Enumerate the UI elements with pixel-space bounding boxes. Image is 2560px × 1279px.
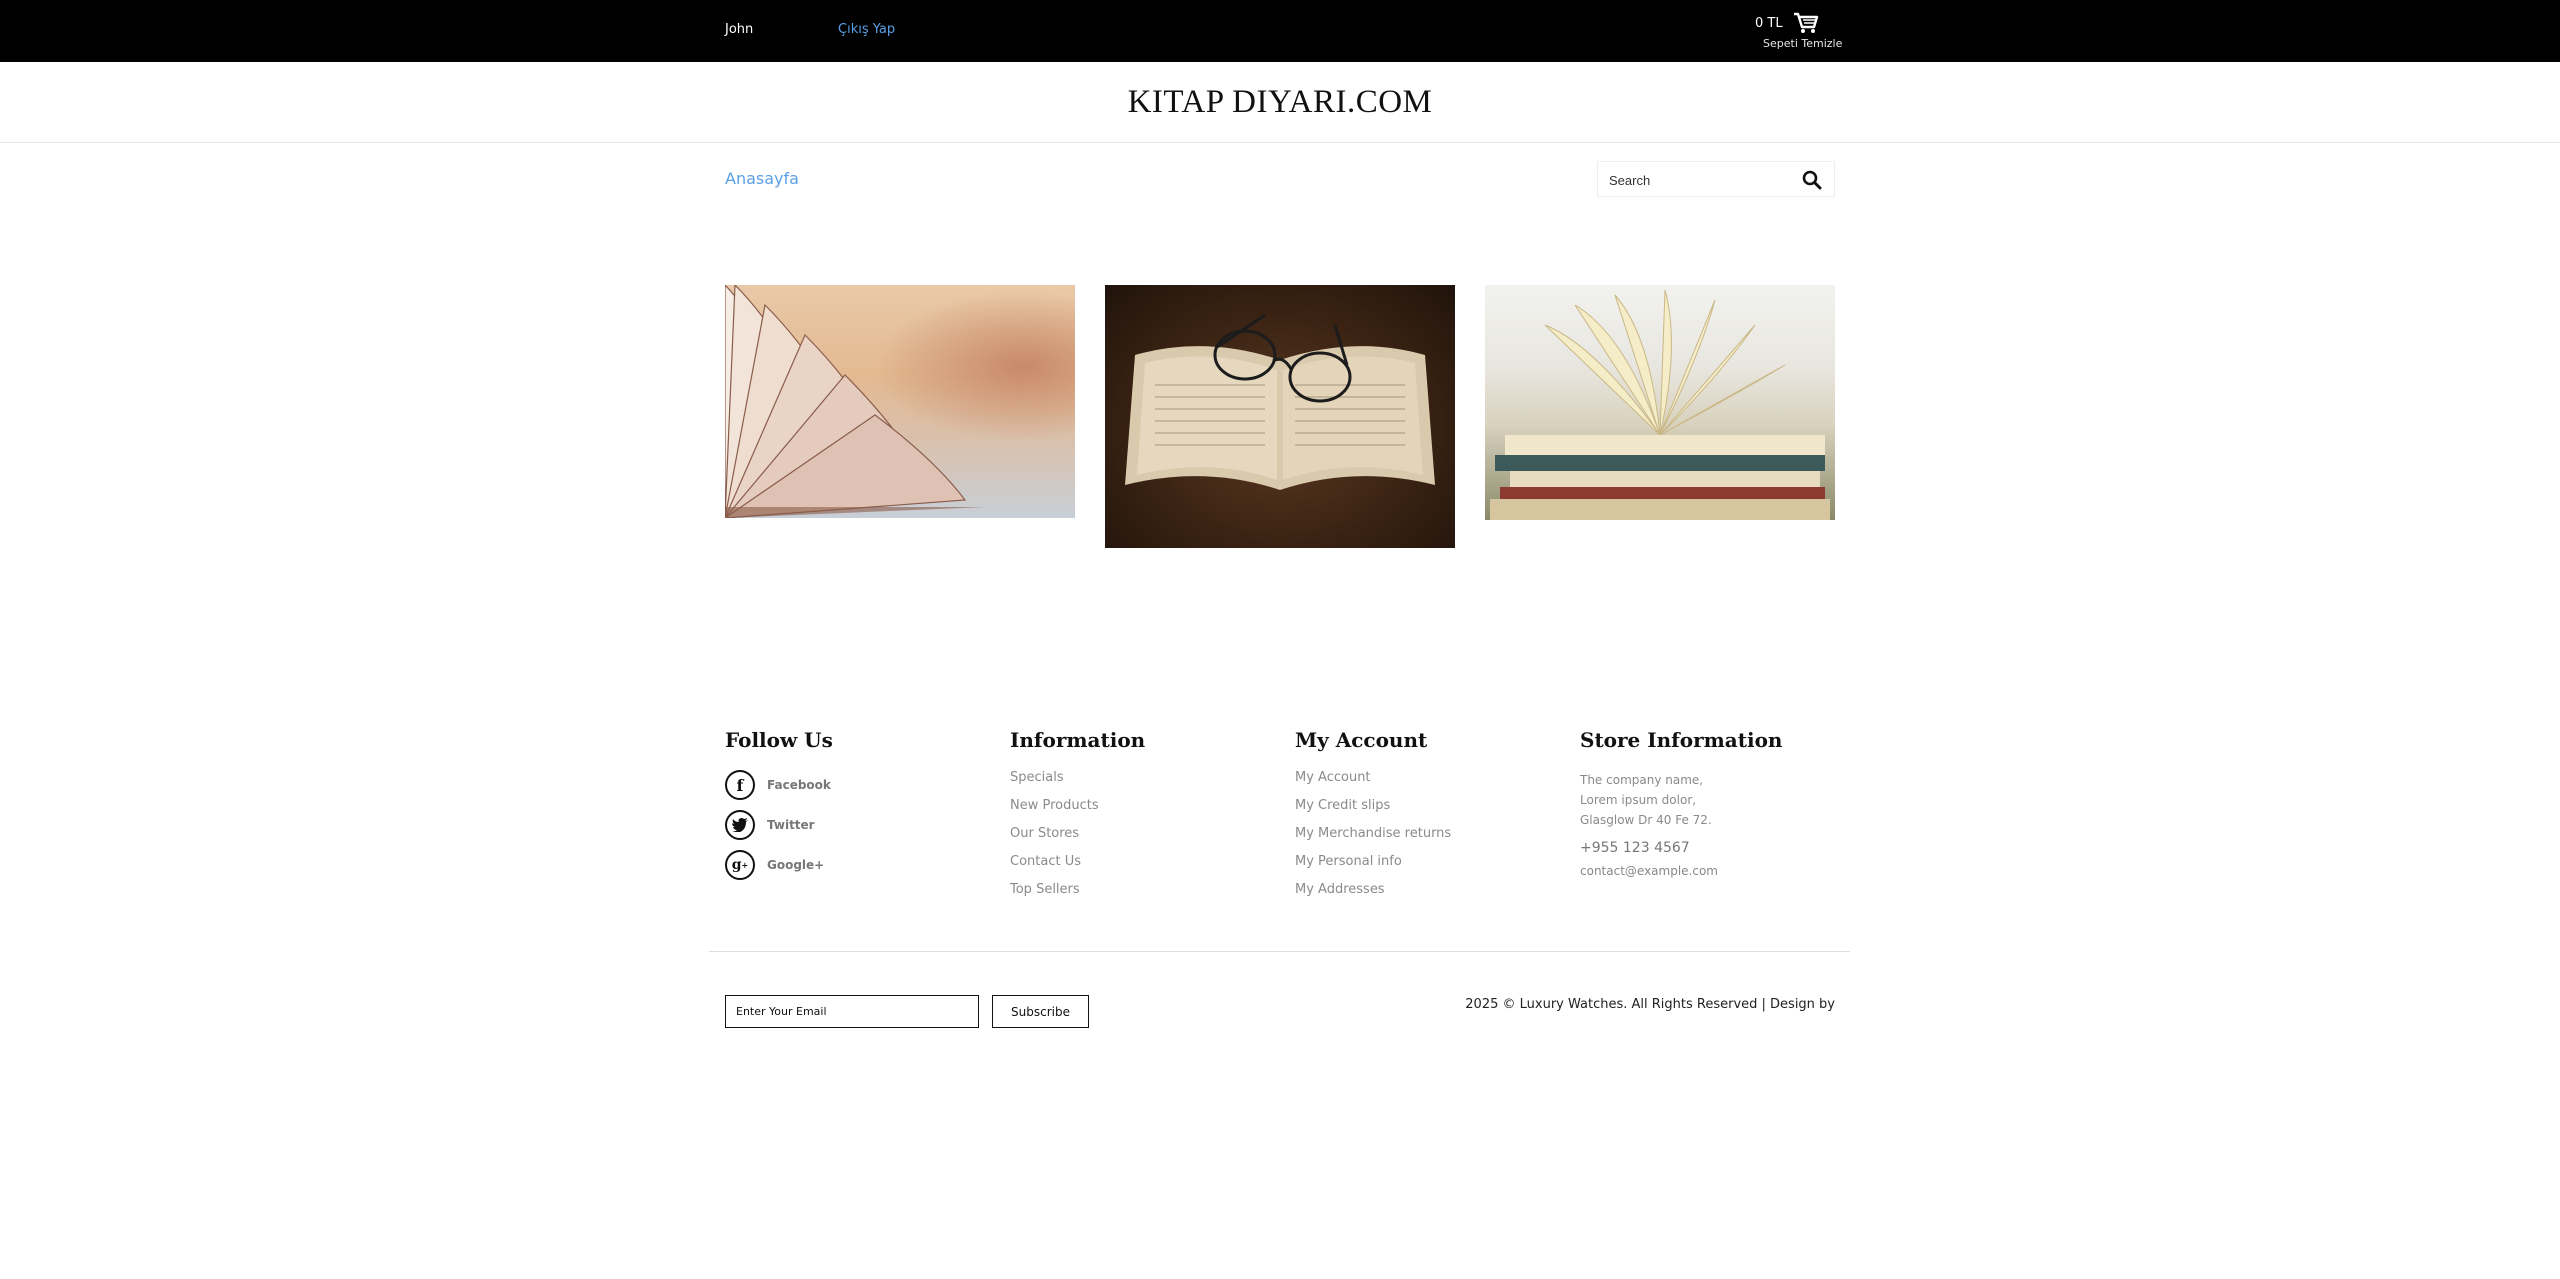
footer-follow-title: Follow Us	[725, 728, 833, 752]
footer-link-my-account[interactable]: My Account	[1295, 770, 1451, 785]
site-logo[interactable]: KITAP DIYARI.COM	[0, 84, 2560, 121]
footer-store-title: Store Information	[1580, 728, 1783, 752]
footer-link-our-stores[interactable]: Our Stores	[1010, 826, 1145, 841]
top-bar: John Çıkış Yap 0 TL Sepeti Temizle	[0, 0, 2560, 62]
social-link-google-plus[interactable]: Google+	[767, 858, 824, 872]
footer-link-merchandise-returns[interactable]: My Merchandise returns	[1295, 826, 1451, 841]
footer-my-account: My Account My Account My Credit slips My…	[1295, 728, 1451, 910]
social-google-plus[interactable]: g + Google+	[725, 850, 833, 880]
footer-link-credit-slips[interactable]: My Credit slips	[1295, 798, 1451, 813]
store-email[interactable]: contact@example.com	[1580, 864, 1782, 878]
footer-information-title: Information	[1010, 728, 1146, 752]
newsletter-email-input[interactable]	[725, 995, 979, 1028]
brand-header: KITAP DIYARI.COM	[0, 62, 2560, 143]
cart-clear-link[interactable]: Sepeti Temizle	[1763, 37, 1842, 50]
search-box	[1597, 161, 1835, 197]
twitter-icon[interactable]	[725, 810, 755, 840]
logout-link[interactable]: Çıkış Yap	[838, 22, 895, 37]
footer-link-addresses[interactable]: My Addresses	[1295, 882, 1451, 897]
footer-information: Information Specials New Products Our St…	[1010, 728, 1145, 910]
search-icon[interactable]	[1802, 170, 1822, 190]
social-facebook[interactable]: f Facebook	[725, 770, 833, 800]
footer-divider	[709, 951, 1850, 952]
subscribe-button[interactable]: Subscribe	[992, 995, 1089, 1028]
store-address-line: The company name,	[1580, 773, 1704, 787]
cart[interactable]: 0 TL	[1755, 12, 1819, 34]
footer-store-information: Store Information The company name, Lore…	[1580, 728, 1782, 878]
copyright-text: 2025 © Luxury Watches. All Rights Reserv…	[1465, 997, 1835, 1012]
store-phone: +955 123 4567	[1580, 840, 1690, 856]
cart-icon[interactable]	[1793, 12, 1819, 34]
google-plus-icon[interactable]: g +	[725, 850, 755, 880]
social-link-facebook[interactable]: Facebook	[767, 778, 831, 792]
search-input[interactable]	[1607, 170, 1801, 190]
facebook-icon[interactable]: f	[725, 770, 755, 800]
book-image-open-pages	[725, 285, 1075, 518]
footer-link-personal-info[interactable]: My Personal info	[1295, 854, 1451, 869]
footer-link-specials[interactable]: Specials	[1010, 770, 1145, 785]
cart-total: 0 TL	[1755, 15, 1783, 31]
footer-follow-us: Follow Us f Facebook Twitter g + Google+	[725, 728, 833, 890]
footer-my-account-title: My Account	[1295, 728, 1428, 752]
social-link-twitter[interactable]: Twitter	[767, 818, 815, 832]
store-address-line: Glasglow Dr 40 Fe 72.	[1580, 813, 1712, 827]
footer-link-new-products[interactable]: New Products	[1010, 798, 1145, 813]
user-name: John	[725, 22, 754, 37]
book-image-stack	[1485, 285, 1835, 520]
nav-home-link[interactable]: Anasayfa	[725, 169, 799, 188]
book-image-glasses	[1105, 285, 1455, 548]
social-twitter[interactable]: Twitter	[725, 810, 833, 840]
footer-link-top-sellers[interactable]: Top Sellers	[1010, 882, 1145, 897]
footer-link-contact-us[interactable]: Contact Us	[1010, 854, 1145, 869]
store-address-line: Lorem ipsum dolor,	[1580, 793, 1697, 807]
